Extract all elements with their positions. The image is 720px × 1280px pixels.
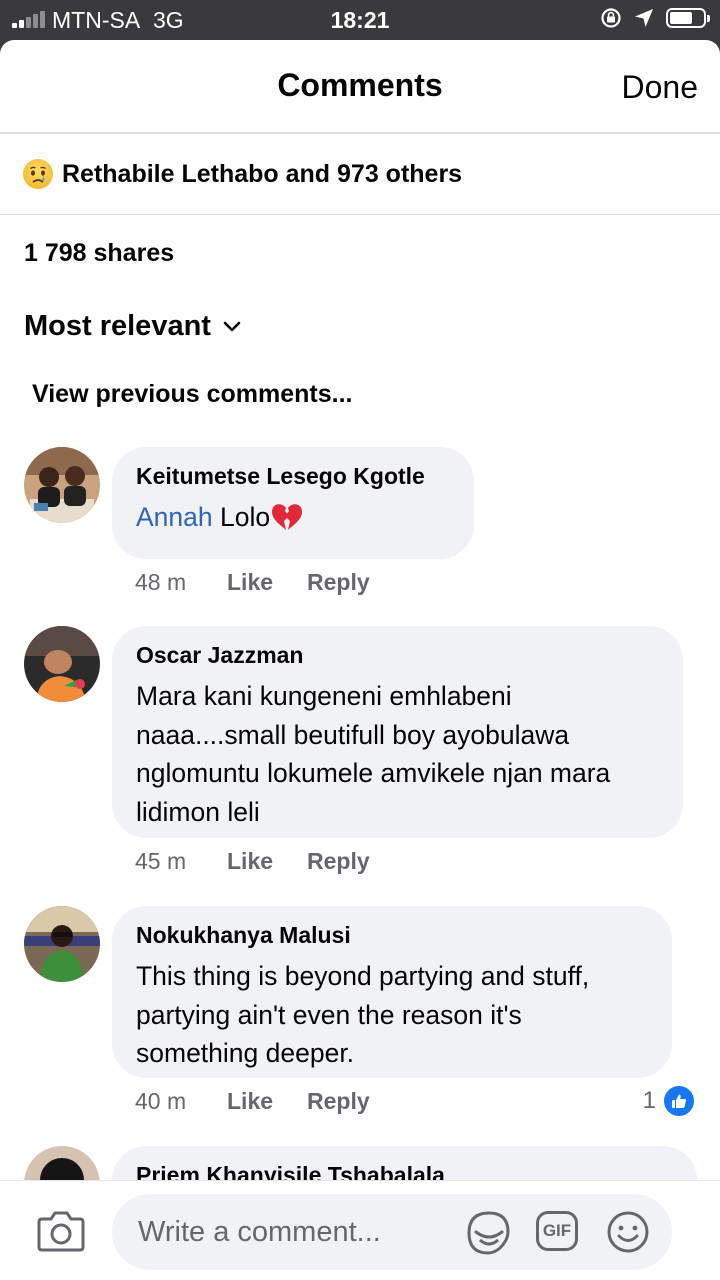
reactions-summary[interactable]: Rethabile Lethabo and 973 others	[0, 134, 720, 215]
comment-actions: 45 m Like Reply	[135, 848, 370, 875]
comment-reaction-count[interactable]: 1	[643, 1084, 696, 1118]
comment-bubble[interactable]: Keitumetse Lesego Kgotle Annah Lolo	[112, 447, 474, 559]
reply-button[interactable]: Reply	[307, 848, 370, 875]
avatar[interactable]	[24, 906, 100, 982]
view-previous-comments-link[interactable]: View previous comments...	[32, 380, 352, 409]
comment-actions: 40 m Like Reply	[135, 1088, 370, 1115]
broken-heart-icon	[272, 504, 303, 530]
reactions-text: Rethabile Lethabo and 973 others	[62, 159, 463, 188]
comment-bubble[interactable]: Oscar Jazzman Mara kani kungeneni emhlab…	[112, 626, 683, 838]
sad-face-icon	[23, 159, 53, 189]
page-title: Comments	[277, 67, 443, 103]
comment-author[interactable]: Nokukhanya Malusi	[136, 922, 648, 949]
reply-button[interactable]: Reply	[307, 569, 370, 596]
done-button[interactable]: Done	[622, 69, 699, 106]
comments-sheet: Comments Done Rethabile Lethabo and 973 …	[0, 40, 720, 1280]
gif-button[interactable]: GIF	[536, 1211, 578, 1251]
shares-count[interactable]: 1 798 shares	[24, 239, 174, 268]
comment-text: Mara kani kungeneni emhlabeni naaa....sm…	[136, 681, 611, 827]
like-button[interactable]: Like	[227, 569, 307, 596]
comment-author[interactable]: Oscar Jazzman	[136, 642, 659, 669]
comment-text: Annah Lolo	[136, 498, 450, 537]
comment-text: This thing is beyond partying and stuff,…	[136, 961, 590, 1068]
comment-author[interactable]: Keitumetse Lesego Kgotle	[136, 463, 450, 490]
comment-bubble[interactable]: Nokukhanya Malusi This thing is beyond p…	[112, 906, 672, 1078]
rotation-lock-icon	[601, 8, 621, 28]
status-icons	[600, 7, 710, 29]
camera-icon[interactable]	[36, 1209, 86, 1253]
like-button[interactable]: Like	[227, 848, 307, 875]
comments-header: Comments Done	[0, 40, 720, 134]
avatar[interactable]	[24, 447, 100, 523]
comment-time: 40 m	[135, 1088, 187, 1114]
comment-actions: 48 m Like Reply	[135, 569, 370, 596]
comment-composer: GIF	[0, 1180, 720, 1280]
comment-time: 45 m	[135, 848, 187, 874]
like-button[interactable]: Like	[227, 1088, 307, 1115]
location-arrow-icon	[635, 9, 653, 27]
reply-button[interactable]: Reply	[307, 1088, 370, 1115]
status-bar: MTN-SA 3G 18:21	[0, 0, 720, 40]
sticker-icon[interactable]	[466, 1210, 512, 1256]
avatar[interactable]	[24, 626, 100, 702]
battery-icon	[666, 8, 710, 28]
sort-label: Most relevant	[24, 310, 211, 342]
chevron-down-icon	[223, 321, 241, 331]
reaction-count: 1	[642, 1087, 656, 1114]
mention-link[interactable]: Annah	[136, 502, 213, 532]
comment-time: 48 m	[135, 569, 187, 595]
emoji-icon[interactable]	[606, 1210, 650, 1254]
like-reaction-icon	[662, 1084, 696, 1118]
sort-dropdown[interactable]: Most relevant	[24, 310, 241, 343]
comment-input-box: GIF	[112, 1194, 672, 1270]
comment-input[interactable]	[136, 1208, 460, 1256]
